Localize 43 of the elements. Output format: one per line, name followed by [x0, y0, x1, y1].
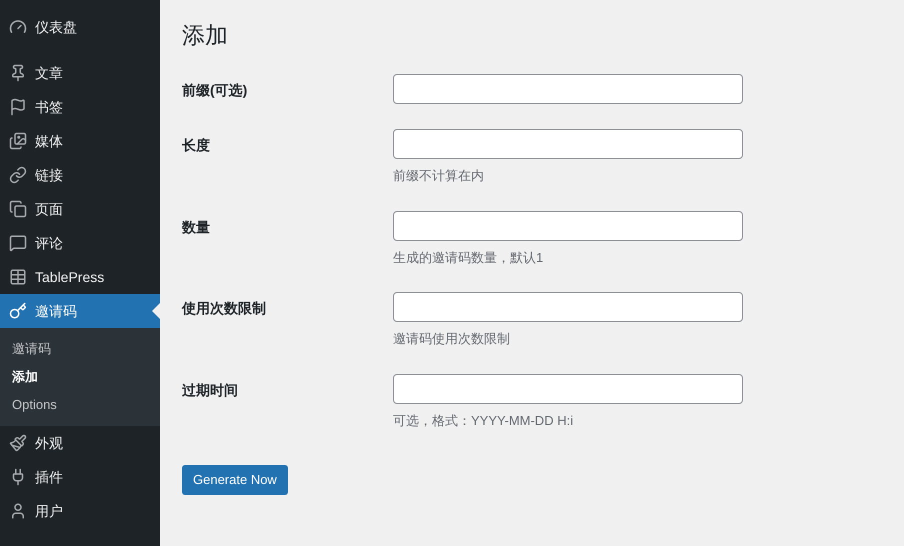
- submenu-item[interactable]: 邀请码: [0, 335, 160, 363]
- sidebar-item[interactable]: 插件: [0, 460, 160, 494]
- link-icon: [9, 166, 27, 184]
- sidebar-item[interactable]: 邀请码: [0, 294, 160, 328]
- sidebar-item[interactable]: 文章: [0, 56, 160, 90]
- sidebar-item[interactable]: 仪表盘: [0, 10, 160, 44]
- field-label: 长度: [182, 136, 211, 155]
- field-label: 数量: [182, 218, 211, 236]
- images-icon: [9, 132, 27, 150]
- page-title: 添加: [182, 21, 229, 50]
- comment-icon: [9, 234, 27, 252]
- flag-icon: [9, 98, 27, 116]
- paintbrush-icon: [9, 434, 27, 452]
- field-label: 前缀(可选): [182, 81, 248, 100]
- sidebar-item[interactable]: 页面: [0, 192, 160, 226]
- input-field[interactable]: [393, 292, 743, 322]
- sidebar-item[interactable]: TablePress: [0, 260, 160, 294]
- field-label: 使用次数限制: [182, 299, 267, 318]
- sidebar-item[interactable]: 外观: [0, 426, 160, 460]
- current-pointer-icon: [152, 303, 160, 319]
- submenu-item[interactable]: Options: [0, 391, 160, 419]
- input-field[interactable]: [393, 374, 743, 404]
- sidebar-item[interactable]: 链接: [0, 158, 160, 192]
- pin-icon: [9, 64, 27, 82]
- sidebar-item[interactable]: 评论: [0, 226, 160, 260]
- user-icon: [9, 502, 27, 520]
- input-field[interactable]: [393, 129, 743, 159]
- field-help: 可选，格式：YYYY-MM-DD H:i: [393, 412, 574, 430]
- key-icon: [9, 302, 27, 320]
- field-label: 过期时间: [182, 380, 239, 400]
- generate-button[interactable]: Generate Now: [182, 465, 288, 495]
- field-help: 生成的邀请码数量，默认1: [393, 248, 544, 266]
- input-field[interactable]: [393, 210, 743, 240]
- sidebar-item[interactable]: 书签: [0, 90, 160, 124]
- gauge-icon: [9, 18, 27, 36]
- sidebar-item[interactable]: 媒体: [0, 124, 160, 158]
- submenu-item[interactable]: 添加: [0, 363, 160, 391]
- field-help: 邀请码使用次数限制: [393, 330, 511, 348]
- sidebar-item[interactable]: 用户: [0, 494, 160, 528]
- table-icon: [9, 268, 27, 286]
- input-field[interactable]: [393, 74, 743, 104]
- field-help: 前缀不计算在内: [393, 167, 485, 185]
- pages-icon: [9, 200, 27, 218]
